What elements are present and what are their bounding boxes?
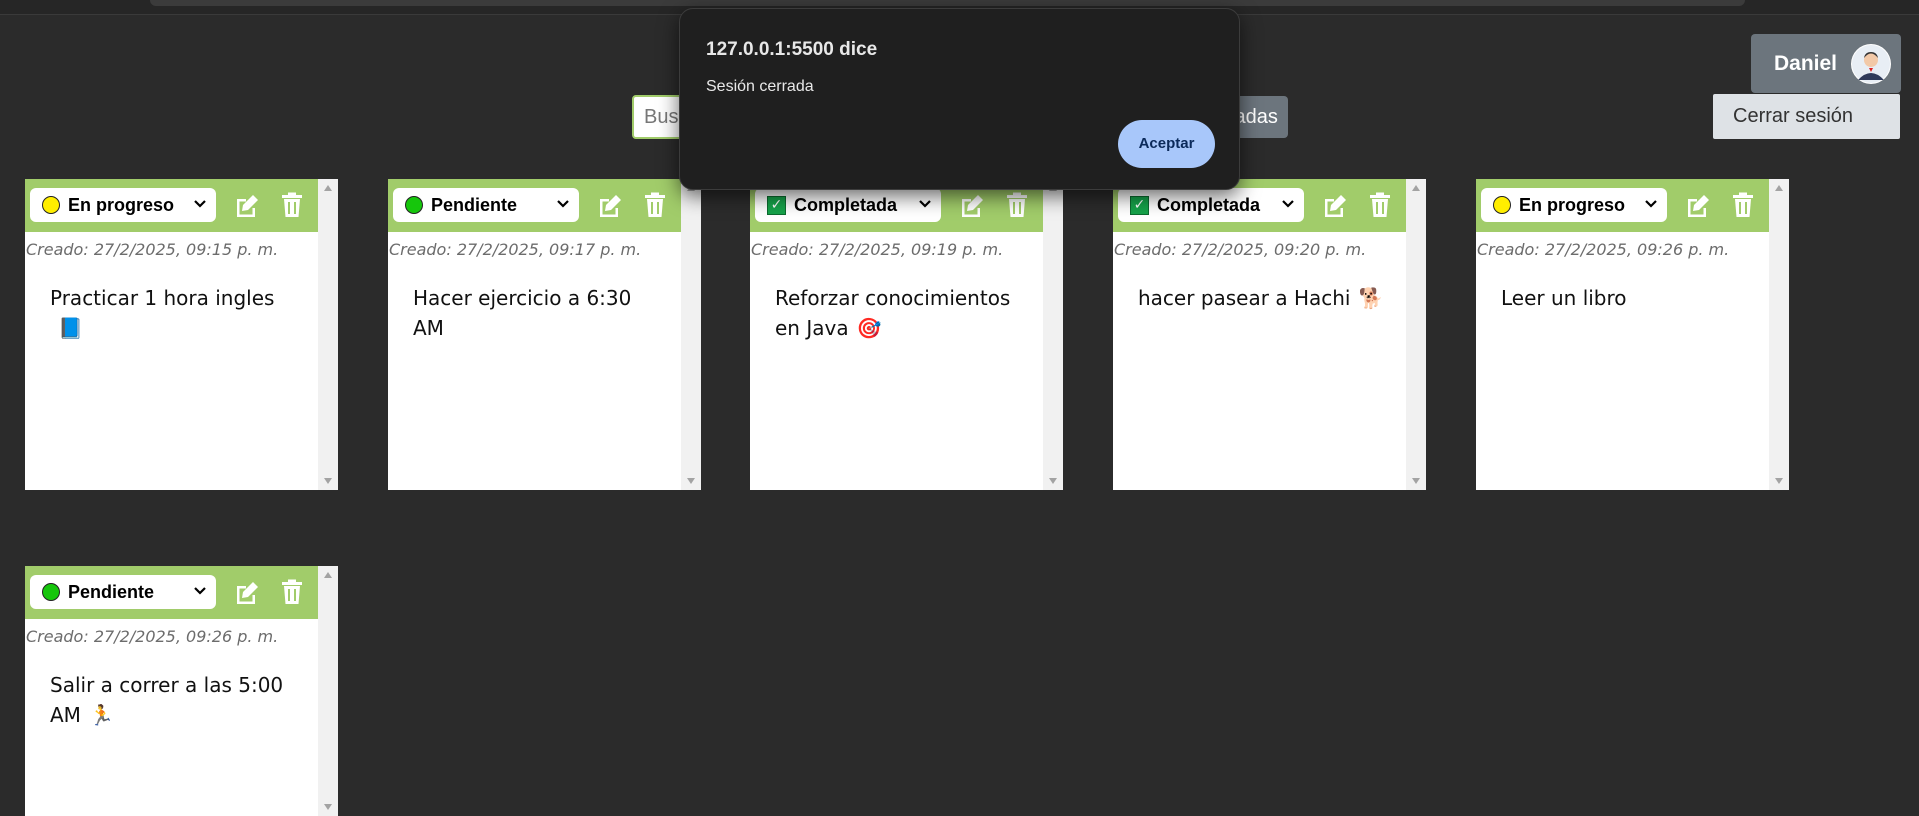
scroll-down-arrow[interactable] [1412, 478, 1420, 484]
status-select[interactable]: Pendiente [393, 188, 579, 222]
note-emoji: 🐕 [1358, 286, 1384, 310]
trash-icon[interactable] [280, 192, 304, 218]
note-created-date: Creado: 27/2/2025, 09:19 p. m. [751, 240, 1004, 259]
status-label: En progreso [1519, 194, 1626, 215]
note-text[interactable]: Reforzar conocimientos en Java 🎯 [775, 283, 1023, 343]
chevron-down-icon [194, 587, 206, 595]
note-text[interactable]: Practicar 1 hora ingles📘 [50, 283, 298, 343]
note-scrollbar[interactable] [1043, 179, 1063, 490]
user-avatar-icon [1851, 43, 1891, 84]
dialog-title: 127.0.0.1:5500 dice [706, 39, 878, 60]
scroll-down-arrow[interactable] [324, 478, 332, 484]
note-card: ✓ Completada Creado: 27/2/2025, 09:19 p.… [750, 179, 1063, 490]
status-label: Completada [1157, 194, 1261, 215]
note-scrollbar[interactable] [1769, 179, 1789, 490]
edit-icon[interactable] [959, 193, 985, 219]
scroll-up-arrow[interactable] [324, 572, 332, 578]
note-emoji: 🏃 [88, 703, 114, 727]
status-label: Pendiente [431, 194, 518, 215]
note-scrollbar[interactable] [1406, 179, 1426, 490]
trash-icon[interactable] [1731, 192, 1755, 218]
trash-icon[interactable] [1005, 192, 1029, 218]
edit-icon[interactable] [1322, 193, 1348, 219]
note-card: Pendiente Creado: 27/2/2025, 09:26 p. m.… [25, 566, 338, 816]
note-card: En progreso Creado: 27/2/2025, 09:15 p. … [25, 179, 338, 490]
scroll-up-arrow[interactable] [324, 185, 332, 191]
scroll-down-arrow[interactable] [687, 478, 695, 484]
note-text[interactable]: Leer un libro [1501, 283, 1749, 313]
note-card: Pendiente Creado: 27/2/2025, 09:17 p. m.… [388, 179, 701, 490]
note-scrollbar[interactable] [318, 179, 338, 490]
logout-menu-item[interactable]: Cerrar sesión [1713, 94, 1900, 139]
note-card: ✓ Completada Creado: 27/2/2025, 09:20 p.… [1113, 179, 1426, 490]
green-circle-icon [405, 196, 423, 214]
check-box-icon: ✓ [767, 195, 786, 215]
note-emoji: 📘 [58, 316, 83, 340]
note-header: En progreso [1476, 179, 1769, 232]
note-scrollbar[interactable] [681, 179, 701, 490]
note-created-date: Creado: 27/2/2025, 09:26 p. m. [1477, 240, 1730, 259]
status-select[interactable]: En progreso [30, 188, 216, 222]
yellow-circle-icon [1493, 196, 1511, 214]
chevron-down-icon [1645, 200, 1657, 208]
status-label: En progreso [68, 194, 175, 215]
note-created-date: Creado: 27/2/2025, 09:15 p. m. [26, 240, 279, 259]
edit-icon[interactable] [1685, 193, 1711, 219]
chevron-down-icon [194, 200, 206, 208]
scroll-down-arrow[interactable] [324, 804, 332, 810]
note-card: En progreso Creado: 27/2/2025, 09:26 p. … [1476, 179, 1789, 490]
note-text[interactable]: Salir a correr a las 5:00 AM 🏃 [50, 670, 298, 730]
status-select[interactable]: ✓ Completada [1118, 188, 1304, 222]
status-label: Completada [794, 194, 898, 215]
note-created-date: Creado: 27/2/2025, 09:20 p. m. [1114, 240, 1367, 259]
note-header: En progreso [25, 179, 318, 232]
edit-icon[interactable] [234, 193, 260, 219]
trash-icon[interactable] [280, 579, 304, 605]
trash-icon[interactable] [1368, 192, 1392, 218]
scroll-up-arrow[interactable] [1412, 185, 1420, 191]
scroll-up-arrow[interactable] [1775, 185, 1783, 191]
status-label: Pendiente [68, 581, 155, 602]
yellow-circle-icon [42, 196, 60, 214]
alert-dialog: 127.0.0.1:5500 dice Sesión cerrada Acept… [679, 8, 1240, 190]
user-menu-button[interactable]: Daniel [1751, 34, 1901, 93]
scroll-down-arrow[interactable] [1049, 478, 1057, 484]
status-select[interactable]: En progreso [1481, 188, 1667, 222]
note-created-date: Creado: 27/2/2025, 09:26 p. m. [26, 627, 279, 646]
note-emoji: 🎯 [856, 316, 882, 340]
note-header: Pendiente [388, 179, 681, 232]
edit-icon[interactable] [597, 193, 623, 219]
check-box-icon: ✓ [1130, 195, 1149, 215]
dialog-ok-button[interactable]: Aceptar [1118, 120, 1215, 168]
note-text[interactable]: hacer pasear a Hachi 🐕 [1138, 283, 1386, 313]
address-bar-edge [150, 0, 1745, 6]
status-select[interactable]: ✓ Completada [755, 188, 941, 222]
chevron-down-icon [1282, 200, 1294, 208]
scroll-down-arrow[interactable] [1775, 478, 1783, 484]
dialog-message: Sesión cerrada [706, 78, 814, 95]
note-scrollbar[interactable] [318, 566, 338, 816]
edit-icon[interactable] [234, 580, 260, 606]
trash-icon[interactable] [643, 192, 667, 218]
status-select[interactable]: Pendiente [30, 575, 216, 609]
green-circle-icon [42, 583, 60, 601]
note-text[interactable]: Hacer ejercicio a 6:30 AM [413, 283, 661, 343]
chevron-down-icon [557, 200, 569, 208]
note-header: Pendiente [25, 566, 318, 619]
chevron-down-icon [919, 200, 931, 208]
user-name: Daniel [1773, 51, 1837, 75]
note-created-date: Creado: 27/2/2025, 09:17 p. m. [389, 240, 642, 259]
